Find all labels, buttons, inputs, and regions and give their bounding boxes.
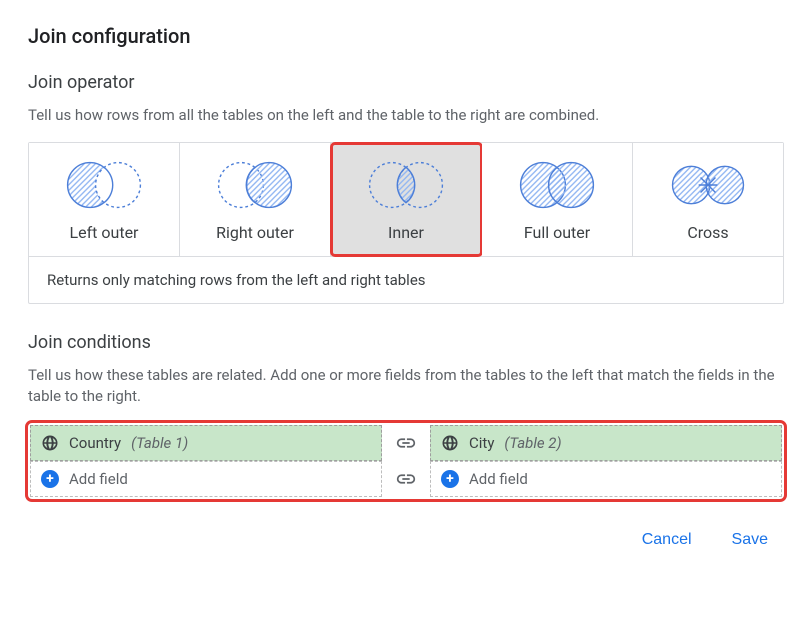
join-conditions-panel: Country (Table 1) City (Table 2) + Add f… (28, 423, 784, 499)
condition-right-field[interactable]: City (Table 2) (430, 425, 782, 461)
operator-label: Right outer (216, 223, 294, 242)
plus-icon: + (41, 470, 59, 488)
globe-icon (41, 434, 59, 452)
link-icon (382, 425, 430, 461)
add-right-field[interactable]: + Add field (430, 461, 782, 497)
operator-label: Left outer (70, 223, 139, 242)
table-name: (Table 1) (131, 434, 188, 452)
plus-icon: + (441, 470, 459, 488)
condition-left-field[interactable]: Country (Table 1) (30, 425, 382, 461)
add-field-label: Add field (69, 470, 128, 488)
link-icon (382, 461, 430, 497)
dialog-actions: Cancel Save (28, 523, 784, 557)
selected-operator-description: Returns only matching rows from the left… (29, 256, 783, 303)
operator-label: Cross (687, 223, 728, 242)
operator-full-outer[interactable]: Full outer (482, 143, 633, 256)
operator-cross[interactable]: Cross (633, 143, 783, 256)
operator-label: Inner (388, 223, 424, 242)
add-left-field[interactable]: + Add field (30, 461, 382, 497)
dialog-title: Join configuration (28, 24, 784, 48)
operator-inner[interactable]: Inner (331, 143, 482, 256)
conditions-description: Tell us how these tables are related. Ad… (28, 365, 784, 407)
add-field-label: Add field (469, 470, 528, 488)
save-button[interactable]: Save (728, 523, 772, 557)
field-name: Country (69, 434, 121, 452)
operator-label: Full outer (524, 223, 590, 242)
operator-description: Tell us how rows from all the tables on … (28, 105, 784, 126)
cancel-button[interactable]: Cancel (638, 523, 696, 557)
globe-icon (441, 434, 459, 452)
operator-right-outer[interactable]: Right outer (180, 143, 331, 256)
section-heading-operator: Join operator (28, 72, 784, 93)
operator-left-outer[interactable]: Left outer (29, 143, 180, 256)
operator-selector: Left outer Right outer Inner Full oute (28, 142, 784, 304)
section-heading-conditions: Join conditions (28, 332, 784, 353)
table-name: (Table 2) (504, 434, 561, 452)
field-name: City (469, 434, 494, 452)
